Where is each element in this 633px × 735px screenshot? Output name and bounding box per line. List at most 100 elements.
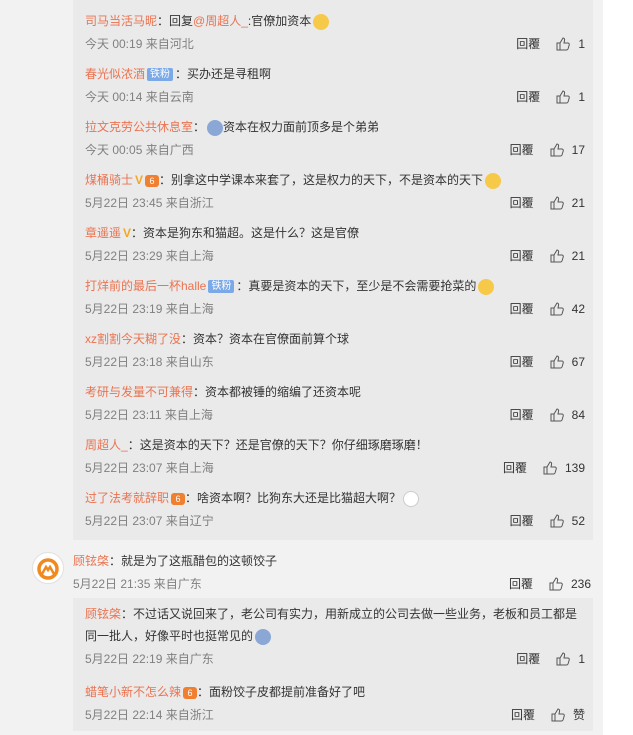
emoji-icon [403, 490, 420, 507]
reply-button[interactable]: 回覆 [510, 353, 534, 371]
avatar[interactable] [32, 552, 64, 584]
scroll-gutter [603, 0, 633, 735]
like-button[interactable]: 21 [550, 247, 585, 265]
like-count: 21 [571, 196, 585, 210]
reply-text: ：啥资本啊？比狗东大还是比猫超大啊？ [185, 491, 402, 505]
like-button[interactable]: 赞 [551, 706, 585, 724]
like-button[interactable]: 21 [550, 194, 585, 212]
like-button[interactable]: 52 [550, 512, 585, 530]
thumbs-up-icon [551, 708, 565, 722]
emoji-icon [485, 172, 502, 189]
level-badge: 6 [183, 686, 198, 699]
reply-button[interactable]: 回覆 [510, 141, 534, 159]
reply-author[interactable]: 考研与发量不可兼得 [85, 385, 193, 399]
reply-button[interactable]: 回覆 [509, 575, 533, 593]
fan-badge: 铁粉 [208, 280, 235, 294]
reply-meta: 5月22日 22:19 来自广东 [85, 652, 214, 666]
reply-button[interactable]: 回覆 [510, 300, 534, 318]
emoji-icon [478, 278, 495, 295]
reply-meta: 今天 00:05 来自广西 [85, 143, 194, 157]
vip-badge: V [123, 226, 132, 240]
comment-meta: 5月22日 21:35 来自广东 [73, 577, 202, 591]
thumbs-up-icon [543, 461, 557, 475]
reply-button[interactable]: 回覆 [516, 35, 540, 53]
reply-item: 春光似浓酒 铁粉 ：买办还是寻租啊今天 00:14 来自云南 回覆 1 [85, 65, 585, 106]
like-count: 236 [570, 577, 591, 591]
like-count: 1 [578, 37, 585, 51]
like-button[interactable]: 84 [550, 406, 585, 424]
reply-author[interactable]: 煤桶骑士 [85, 173, 133, 187]
thumbs-up-icon [549, 577, 563, 591]
reply-text: :官僚加资本 [247, 14, 312, 28]
fan-badge: 铁粉 [147, 68, 174, 82]
reply-text: ：买办还是寻租啊 [175, 67, 272, 81]
reply-button[interactable]: 回覆 [510, 512, 534, 530]
reply-author[interactable]: 拉文克劳公共休息室 [85, 120, 193, 134]
reply-meta: 今天 00:19 来自河北 [85, 37, 194, 51]
like-button[interactable]: 139 [543, 459, 585, 477]
reply-text: ：资本是狗东和猫超。这是什么？这是官僚 [131, 226, 360, 240]
thumbs-up-icon [550, 143, 564, 157]
reply-author[interactable]: 顾铉棨 [85, 607, 121, 621]
reply-author[interactable]: 章遥遥 [85, 226, 121, 240]
reply-button[interactable]: 回覆 [503, 459, 527, 477]
reply-meta: 5月22日 23:07 来自辽宁 [85, 514, 214, 528]
like-button[interactable]: 17 [550, 141, 585, 159]
thumbs-up-icon [550, 249, 564, 263]
vip-badge: V [135, 173, 144, 187]
like-count: 139 [564, 461, 585, 475]
reply-item: 煤桶骑士 V 6 ：别拿这中学课本来套了，这是权力的天下，不是资本的天下 5月22日 2… [85, 171, 585, 212]
reply-button[interactable]: 回覆 [516, 650, 540, 668]
reply-text: ：回复 [157, 14, 194, 28]
like-button[interactable]: 1 [556, 35, 585, 53]
reply-author[interactable]: 春光似浓酒 [85, 67, 145, 81]
reply-button[interactable]: 回覆 [510, 406, 534, 424]
like-count: 赞 [572, 708, 585, 722]
reply-text: ： [193, 120, 206, 134]
reply-author[interactable]: 过了法考就辞职 [85, 491, 169, 505]
thumbs-up-icon [556, 652, 571, 666]
reply-meta: 5月22日 23:45 来自浙江 [85, 196, 214, 210]
emoji-icon [313, 13, 330, 30]
like-count: 1 [578, 90, 585, 104]
reply-item: 司马当活马昵：回复@周超人_:官僚加资本今天 00:19 来自河北 回覆 1 [85, 12, 585, 53]
like-button[interactable]: 236 [549, 575, 591, 593]
level-badge: 6 [145, 174, 160, 187]
reply-author[interactable]: 司马当活马昵 [85, 14, 157, 28]
reply-author[interactable]: 蜡笔小新不怎么辣 [85, 685, 181, 699]
reply-button[interactable]: 回覆 [510, 247, 534, 265]
reply-meta: 5月22日 23:07 来自上海 [85, 461, 214, 475]
reply-item: 考研与发量不可兼得：资本都被锤的缩编了还资本呢 5月22日 23:11 来自上海 回… [85, 383, 585, 424]
like-button[interactable]: 42 [550, 300, 585, 318]
like-button[interactable]: 1 [556, 650, 585, 668]
reply-button[interactable]: 回覆 [511, 706, 535, 724]
like-button[interactable]: 67 [550, 353, 585, 371]
reply-author[interactable]: 周超人_ [85, 438, 128, 452]
thumbs-up-icon [550, 302, 564, 316]
reply-meta: 5月22日 22:14 来自浙江 [85, 708, 214, 722]
like-count: 17 [571, 143, 585, 157]
reply-meta: 5月22日 23:19 来自上海 [85, 302, 214, 316]
reply-item: 过了法考就辞职 6 ：啥资本啊？比狗东大还是比猫超大啊？ 5月22日 23:07 来自… [85, 489, 585, 530]
like-button[interactable]: 1 [556, 88, 585, 106]
reply-text: ：资本都被锤的缩编了还资本呢 [193, 385, 362, 399]
mention-link[interactable]: @周超人_ [193, 14, 248, 28]
overwatch-logo-icon [37, 558, 59, 580]
sub-reply-item: 顾铉棨：不过话又说回来了，老公司有实力，用新成立的公司去做一些业务，老板和员工都… [85, 605, 585, 668]
reply-text: ：别拿这中学课本来套了，这是权力的天下，不是资本的天下 [159, 173, 484, 187]
reply-author[interactable]: xz割割今天糊了没 [85, 332, 181, 346]
emoji-icon [255, 628, 272, 645]
like-count: 52 [571, 514, 585, 528]
thumbs-up-icon [550, 408, 564, 422]
reply-button[interactable]: 回覆 [516, 88, 540, 106]
reply-text: ：资本？资本在官僚面前算个球 [181, 332, 350, 346]
reply-text: 资本在权力面前顶多是个弟弟 [223, 120, 380, 134]
reply-button[interactable]: 回覆 [510, 194, 534, 212]
thumbs-up-icon [550, 514, 564, 528]
reply-author[interactable]: 打烊前的最后一杯halle [85, 279, 206, 293]
commenter-name[interactable]: 顾铉棨 [73, 554, 109, 568]
comment-text: ：就是为了这瓶醋包的这顿饺子 [109, 554, 278, 568]
thumbs-up-icon [556, 90, 571, 104]
reply-meta: 今天 00:14 来自云南 [85, 90, 194, 104]
reply-meta: 5月22日 23:18 来自山东 [85, 355, 214, 369]
